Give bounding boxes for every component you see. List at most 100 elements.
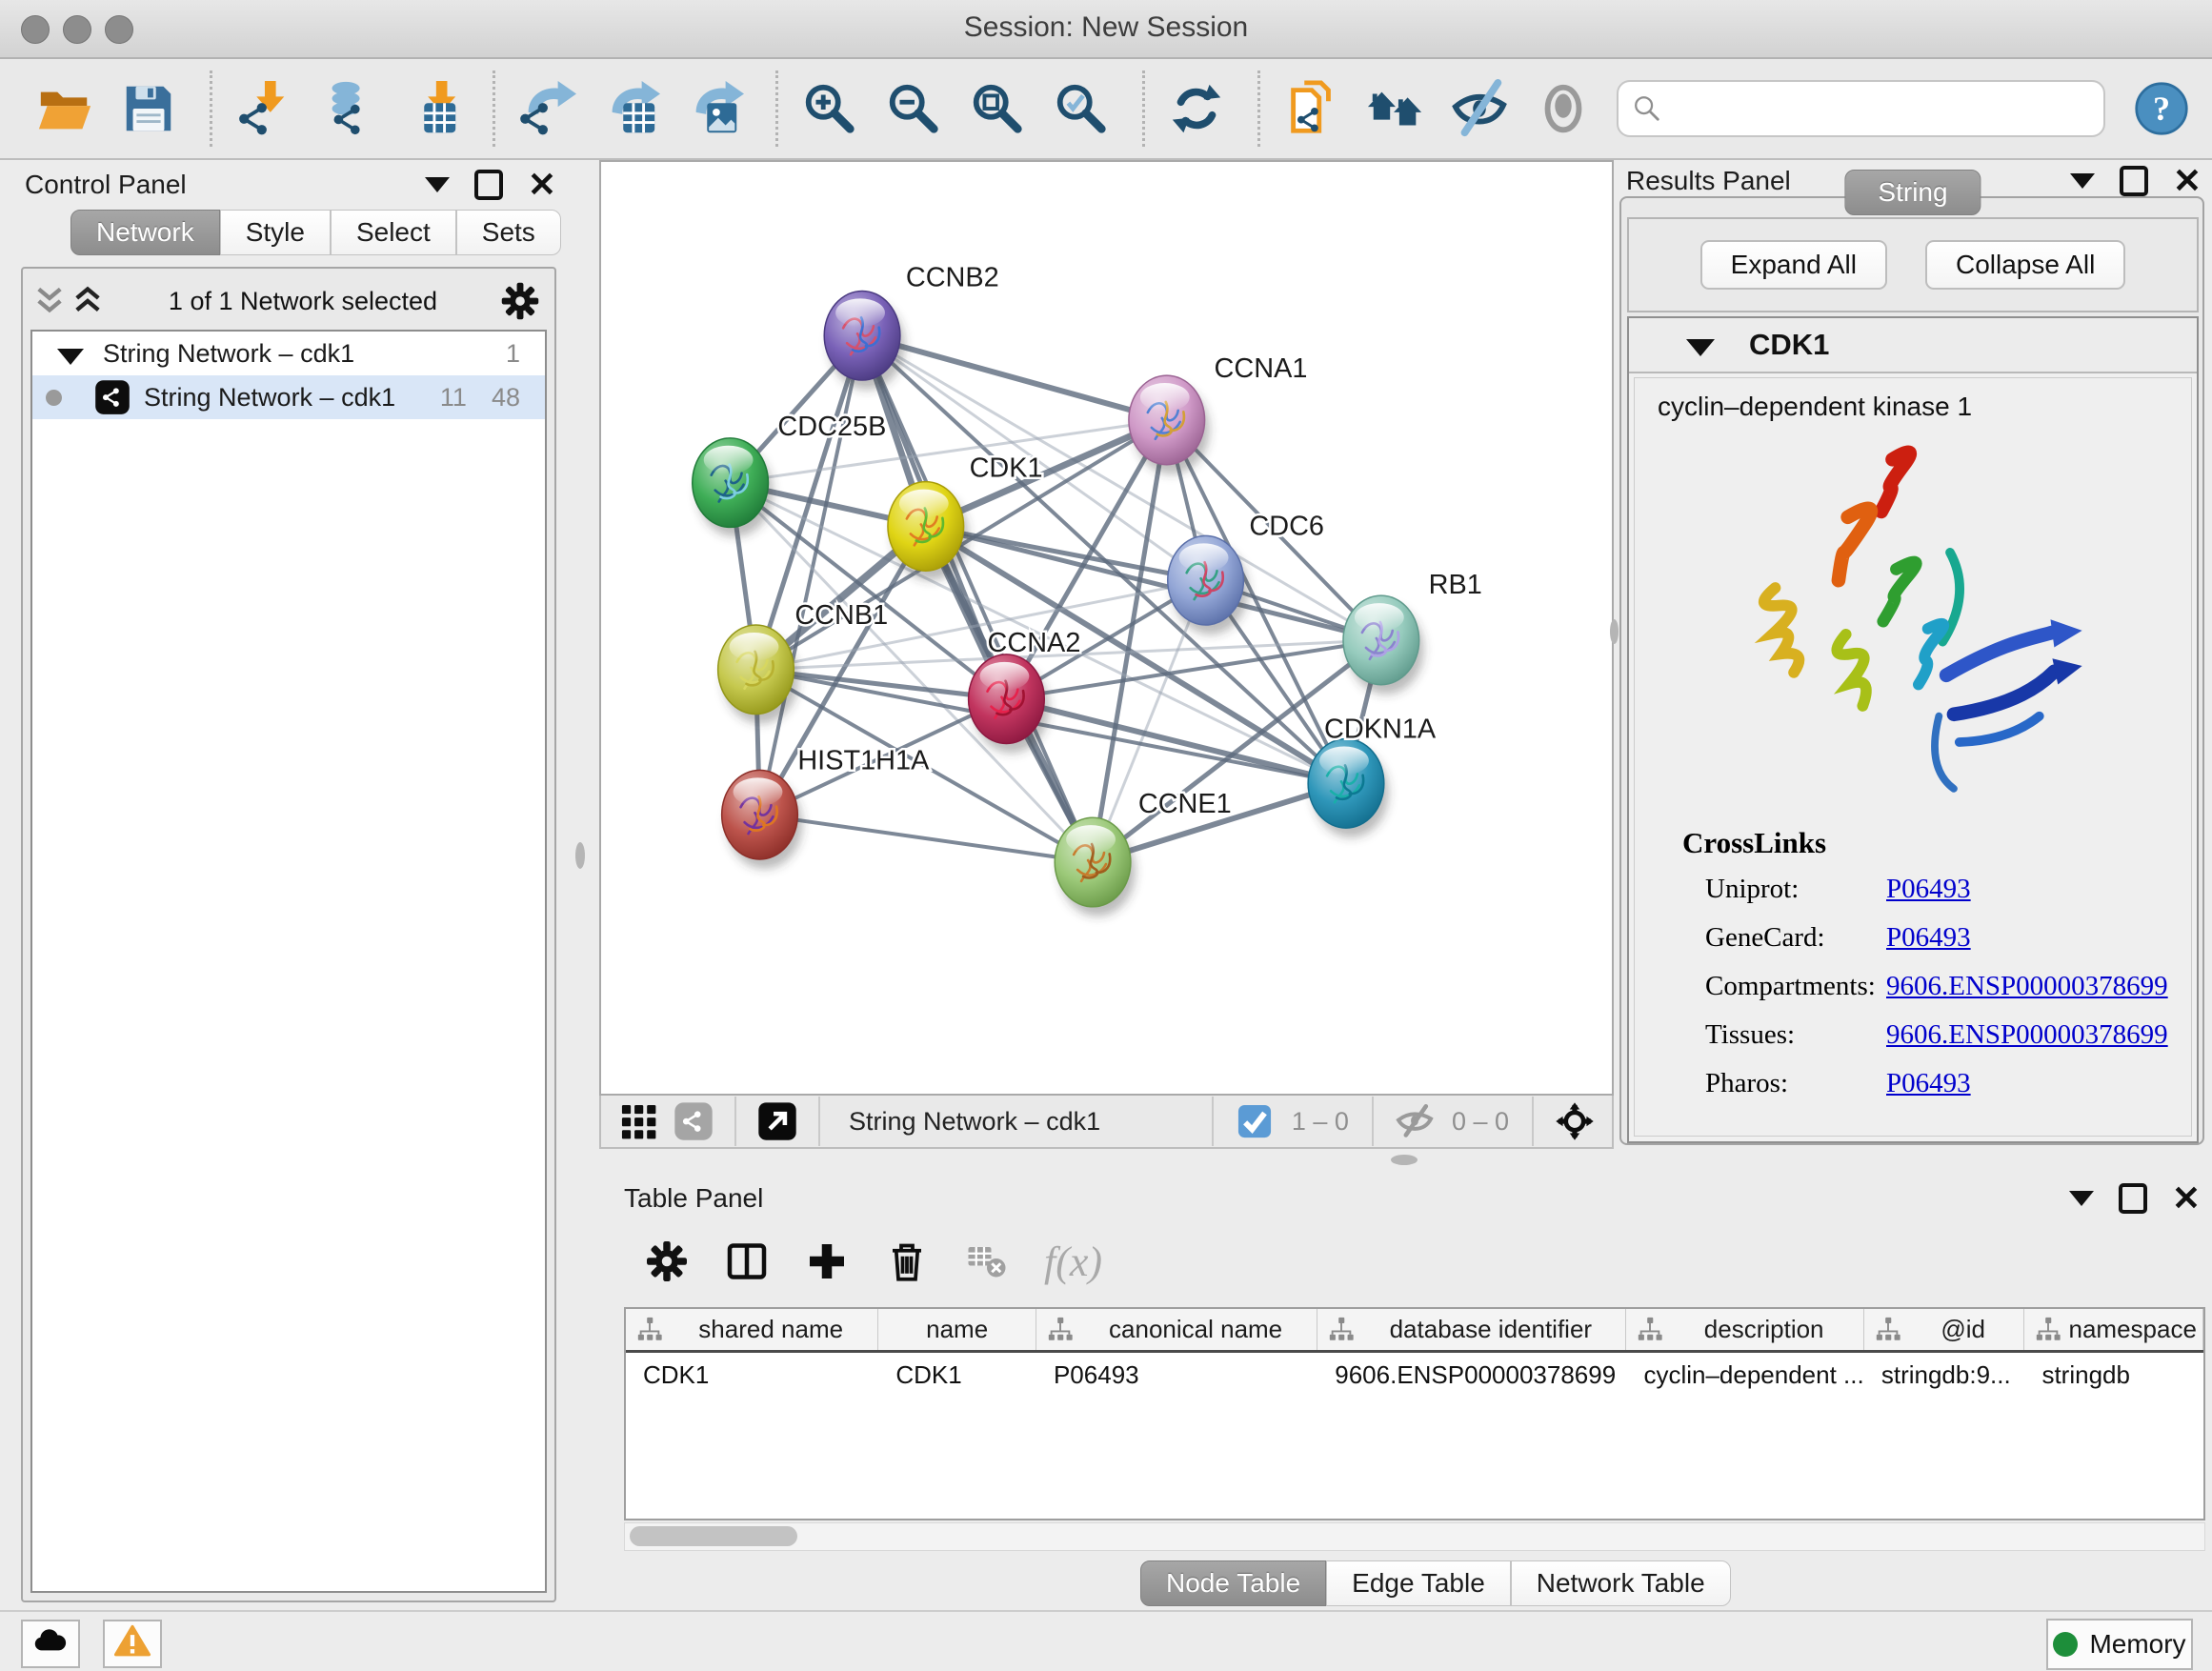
crosslink-link[interactable]: P06493 xyxy=(1886,922,1971,954)
tab-edge-table[interactable]: Edge Table xyxy=(1326,1560,1511,1606)
panel-close-icon[interactable]: ✕ xyxy=(528,173,556,196)
selected-items-icon[interactable] xyxy=(1235,1101,1275,1141)
gene-section-header[interactable]: CDK1 xyxy=(1629,318,2197,373)
zoom-fit-button[interactable] xyxy=(967,77,1028,140)
column-header-namespace[interactable]: namespace xyxy=(2024,1309,2203,1350)
clone-network-button[interactable] xyxy=(1281,77,1342,140)
crosslink-link[interactable]: P06493 xyxy=(1886,1068,1971,1099)
zoom-out-button[interactable] xyxy=(883,77,944,140)
home-button[interactable] xyxy=(1365,77,1426,140)
crosslink-row: GeneCard:P06493 xyxy=(1705,922,2191,954)
node-HIST1H1A[interactable] xyxy=(722,770,803,869)
add-column-icon[interactable] xyxy=(804,1238,850,1284)
node-CCNA1[interactable] xyxy=(1129,375,1210,474)
save-session-button[interactable] xyxy=(118,77,179,140)
memory-button[interactable]: Memory xyxy=(2046,1619,2193,1670)
panel-collapse-icon[interactable] xyxy=(2069,1191,2094,1206)
node-CCNE1[interactable] xyxy=(1055,817,1136,916)
network-options-gear-icon[interactable] xyxy=(499,280,541,322)
panel-close-icon[interactable]: ✕ xyxy=(2173,170,2202,192)
collapse-all-button[interactable]: Collapse All xyxy=(1925,240,2125,290)
column-header-canonical-name[interactable]: canonical name xyxy=(1036,1309,1317,1350)
memory-status-dot xyxy=(2053,1632,2078,1657)
control-panel: Control Panel ✕ NetworkStyleSelectSets 1… xyxy=(10,164,562,1602)
table-horizontal-scrollbar[interactable] xyxy=(624,1522,2205,1551)
export-network-button[interactable] xyxy=(516,77,577,140)
edge-CCNB2-CCNE1[interactable] xyxy=(862,335,1093,862)
tree-expand-icon[interactable] xyxy=(57,349,84,365)
export-table-button[interactable] xyxy=(600,77,661,140)
import-database-button[interactable] xyxy=(317,77,378,140)
edge-HIST1H1A-CCNE1[interactable] xyxy=(759,815,1093,862)
cell-description[interactable]: cyclin–dependent ... xyxy=(1626,1360,1863,1390)
panel-float-icon[interactable] xyxy=(474,170,503,200)
crosslink-link[interactable]: P06493 xyxy=(1886,874,1971,905)
horizontal-splitter-grip[interactable] xyxy=(1391,1155,1418,1165)
node-RB1[interactable] xyxy=(1343,595,1424,695)
network-canvas[interactable]: CCNB2CCNA1CDC25BCDK1CDC6RB1CCNB1CCNA2CDK… xyxy=(599,160,1614,1096)
search-input[interactable] xyxy=(1664,93,2092,125)
column-header-name[interactable]: name xyxy=(878,1309,1036,1350)
show-columns-icon[interactable] xyxy=(724,1238,770,1284)
delete-column-icon[interactable] xyxy=(884,1238,930,1284)
column-header-database-identifier[interactable]: database identifier xyxy=(1317,1309,1626,1350)
scrollbar-thumb[interactable] xyxy=(630,1526,797,1546)
cloud-button[interactable] xyxy=(21,1620,80,1668)
search-field[interactable] xyxy=(1617,80,2105,137)
panel-collapse-icon[interactable] xyxy=(2070,173,2095,189)
column-header-shared-name[interactable]: shared name xyxy=(626,1309,878,1350)
panel-float-icon[interactable] xyxy=(2120,166,2148,196)
node-CCNB2[interactable] xyxy=(824,291,905,390)
tab-string[interactable]: String xyxy=(1844,170,1981,215)
tab-select[interactable]: Select xyxy=(331,210,456,255)
warnings-button[interactable] xyxy=(103,1620,162,1668)
import-network-button[interactable] xyxy=(233,77,294,140)
tab-node-table[interactable]: Node Table xyxy=(1140,1560,1326,1606)
tab-network-table[interactable]: Network Table xyxy=(1511,1560,1731,1606)
cell-shared-name[interactable]: CDK1 xyxy=(626,1360,878,1390)
refresh-view-button[interactable] xyxy=(1166,77,1227,140)
detach-view-icon[interactable] xyxy=(757,1101,797,1141)
network-collection-row[interactable]: String Network – cdk1 1 xyxy=(32,332,545,375)
cell-namespace[interactable]: stringdb xyxy=(2024,1360,2203,1390)
column-header--id[interactable]: @id xyxy=(1864,1309,2025,1350)
panel-float-icon[interactable] xyxy=(2119,1183,2147,1214)
cell-name[interactable]: CDK1 xyxy=(878,1360,1036,1390)
tab-style[interactable]: Style xyxy=(220,210,331,255)
table-options-gear-icon[interactable] xyxy=(644,1238,690,1284)
birdseye-grid-icon[interactable] xyxy=(618,1101,658,1141)
node-CDKN1A[interactable] xyxy=(1308,739,1389,838)
section-collapse-icon[interactable] xyxy=(1686,339,1715,356)
tab-network[interactable]: Network xyxy=(70,210,220,255)
panel-close-icon[interactable]: ✕ xyxy=(2172,1187,2201,1210)
expand-all-button[interactable]: Expand All xyxy=(1700,240,1887,290)
vertical-splitter-grip-left[interactable] xyxy=(575,842,585,869)
node-CDC6[interactable] xyxy=(1168,535,1249,634)
network-overview-icon[interactable] xyxy=(674,1101,714,1141)
crosslink-link[interactable]: 9606.ENSP00000378699 xyxy=(1886,1019,2168,1051)
network-row-selected[interactable]: String Network – cdk1 11 48 xyxy=(32,375,545,419)
collapse-all-networks-icon[interactable] xyxy=(30,282,69,320)
panel-collapse-icon[interactable] xyxy=(425,177,450,192)
column-header-description[interactable]: description xyxy=(1626,1309,1863,1350)
cell-canonical-name[interactable]: P06493 xyxy=(1036,1360,1317,1390)
open-session-button[interactable] xyxy=(34,77,95,140)
fit-selected-crosshair-icon[interactable] xyxy=(1555,1101,1595,1141)
table-row[interactable]: CDK1CDK1P064939606.ENSP00000378699cyclin… xyxy=(626,1353,2203,1397)
show-panel-eye-button[interactable] xyxy=(1533,77,1594,140)
tab-sets[interactable]: Sets xyxy=(456,210,561,255)
hidden-items-icon[interactable] xyxy=(1395,1101,1435,1141)
zoom-in-button[interactable] xyxy=(799,77,860,140)
export-image-button[interactable] xyxy=(684,77,745,140)
node-CDC25B[interactable] xyxy=(693,438,774,537)
hide-panel-eye-button[interactable] xyxy=(1449,77,1510,140)
zoom-selected-button[interactable] xyxy=(1051,77,1112,140)
import-table-button[interactable] xyxy=(401,77,462,140)
network-graph[interactable]: CCNB2CCNA1CDC25BCDK1CDC6RB1CCNB1CCNA2CDK… xyxy=(601,162,1612,1094)
crosslink-link[interactable]: 9606.ENSP00000378699 xyxy=(1886,971,2168,1002)
node-CCNA2[interactable] xyxy=(969,654,1050,754)
cell--id[interactable]: stringdb:9... xyxy=(1864,1360,2025,1390)
help-button[interactable]: ? xyxy=(2134,81,2189,136)
cell-database-identifier[interactable]: 9606.ENSP00000378699 xyxy=(1317,1360,1626,1390)
expand-all-networks-icon[interactable] xyxy=(69,282,107,320)
